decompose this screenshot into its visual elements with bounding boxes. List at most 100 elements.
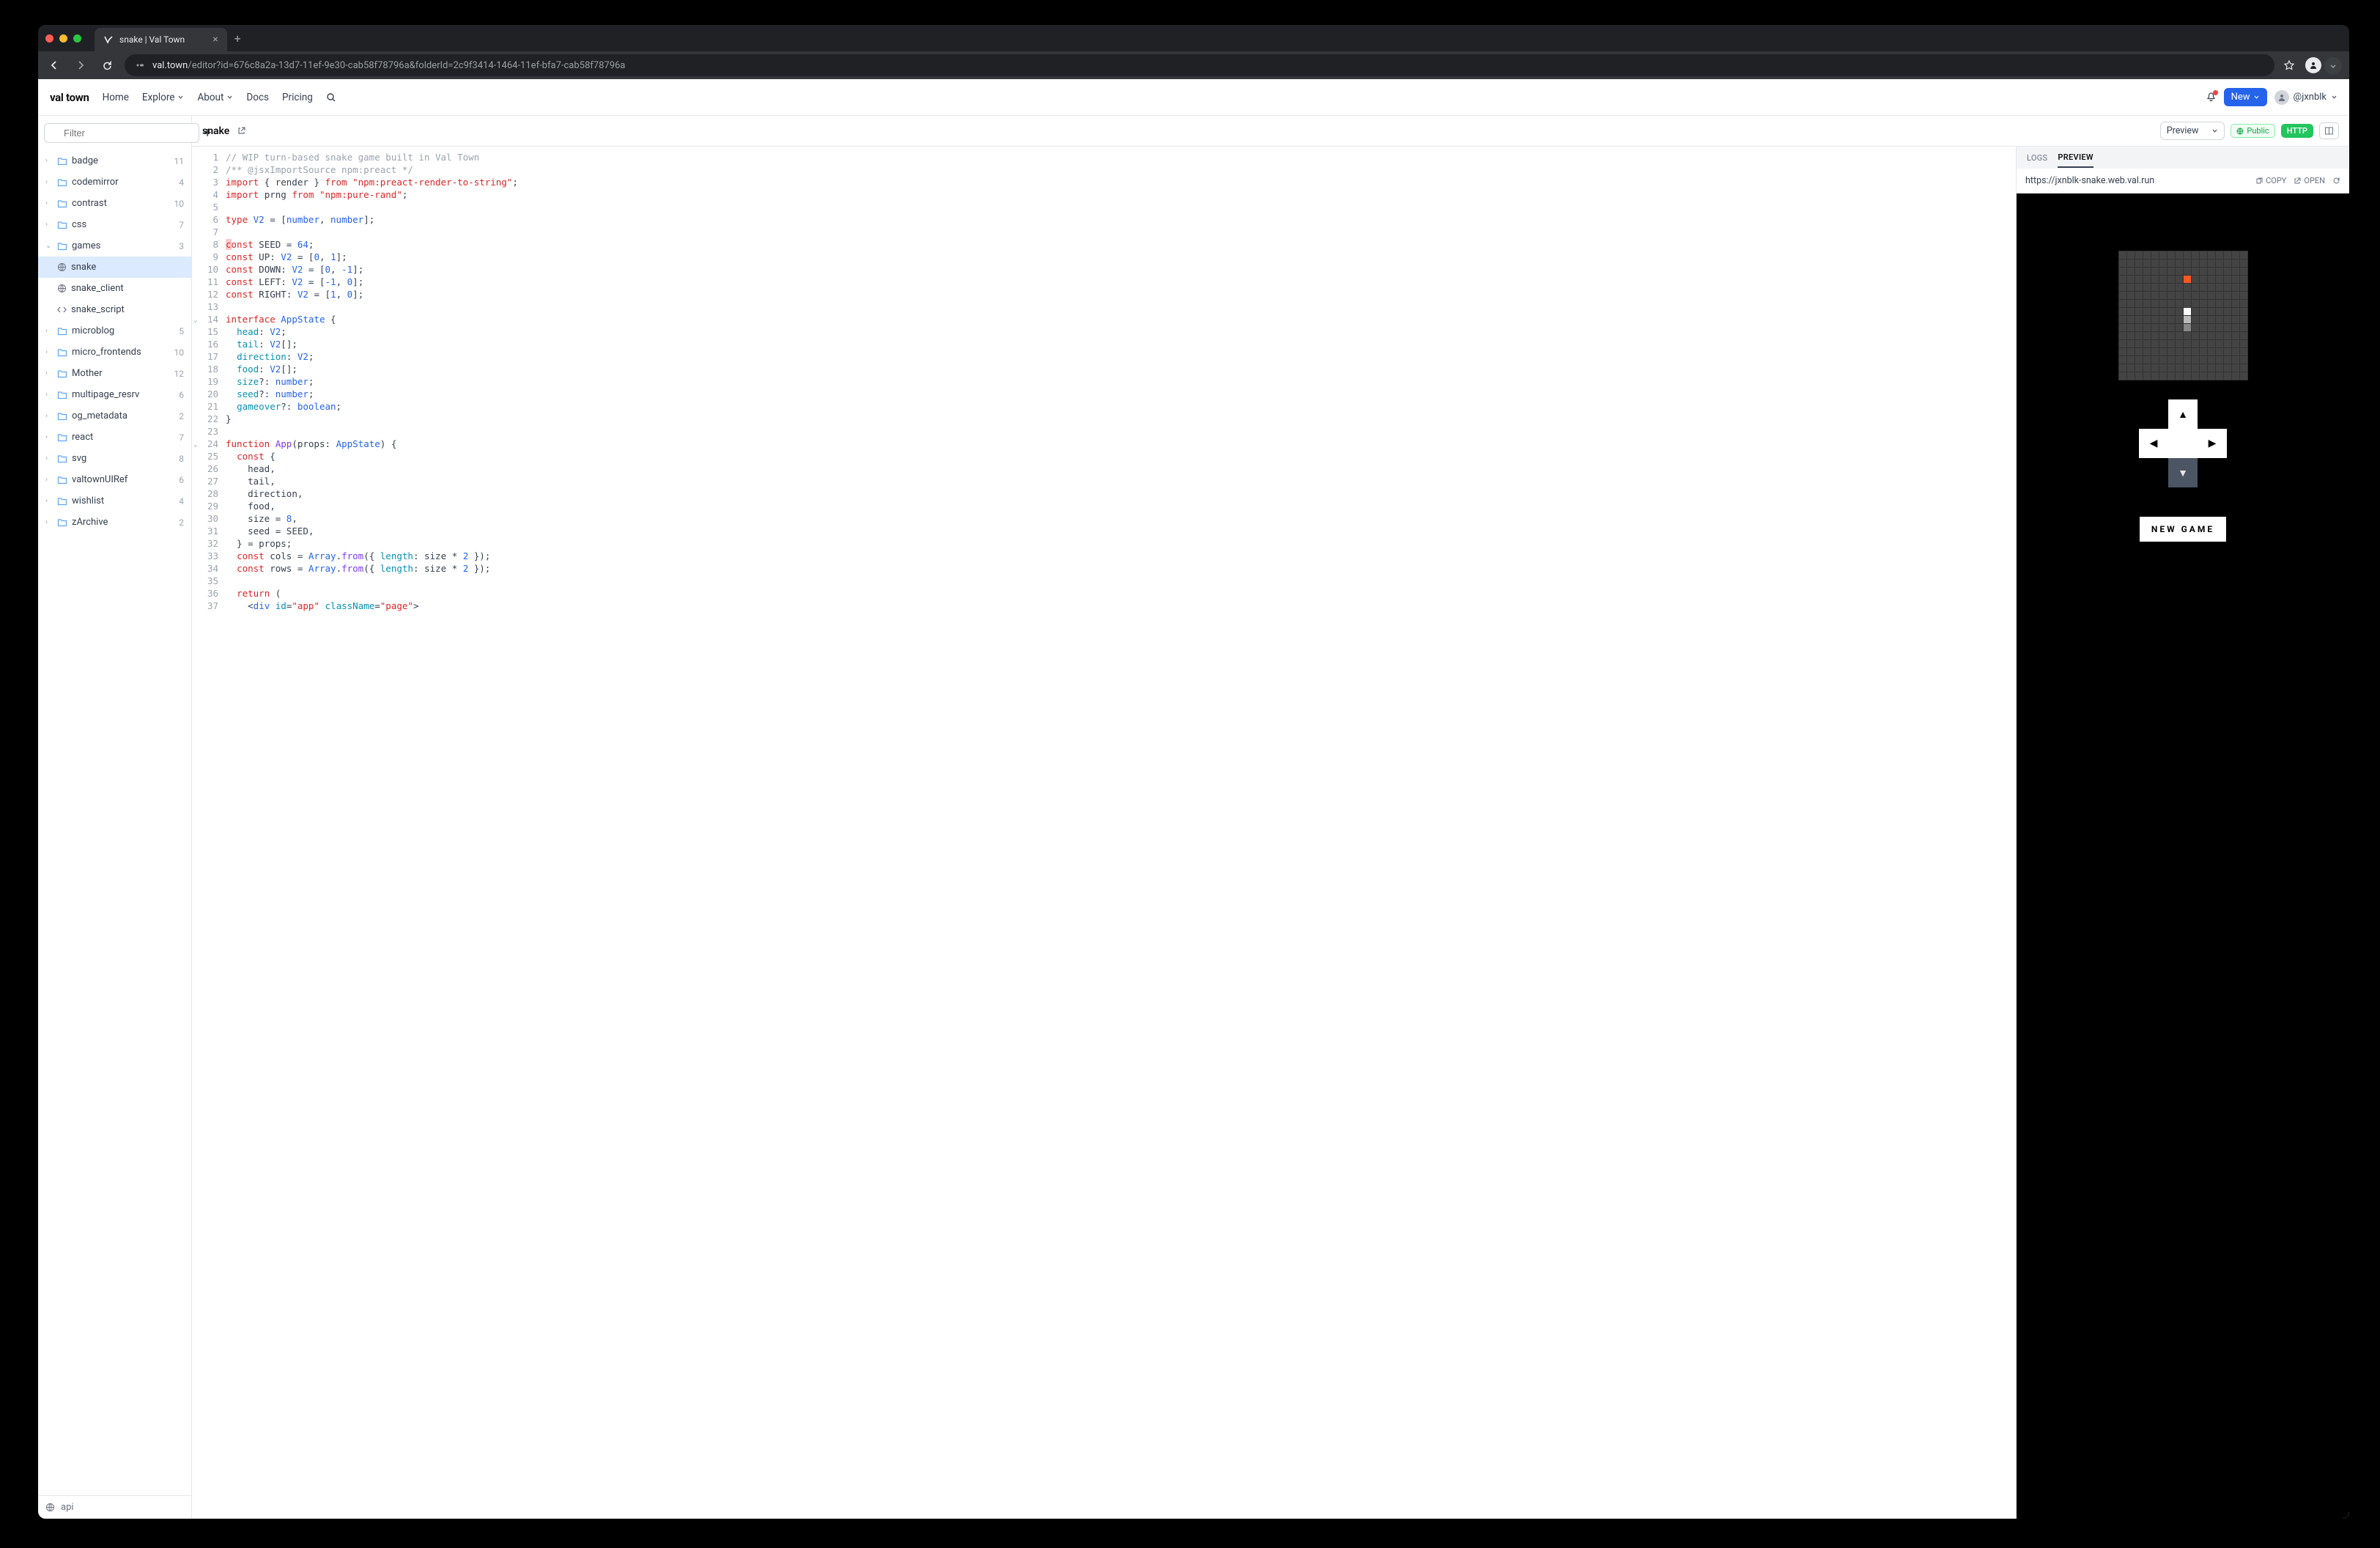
folder-css[interactable]: › css 7 (38, 214, 191, 235)
notification-dot-icon (2213, 90, 2218, 95)
file-label: snake (71, 262, 96, 273)
chevron-icon: › (45, 476, 53, 484)
folder-label: multipage_resrv (72, 389, 139, 400)
back-button[interactable] (45, 56, 63, 74)
dpad-left[interactable]: ◀ (2139, 429, 2168, 458)
url-bar[interactable]: val.town/editor?id=676c8a2a-13d7-11ef-9e… (125, 54, 2274, 76)
tab-logs[interactable]: LOGS (2027, 149, 2047, 167)
close-window-button[interactable] (45, 34, 53, 43)
nav-pricing[interactable]: Pricing (282, 92, 313, 103)
folder-count: 4 (179, 496, 184, 506)
valtown-favicon-icon (103, 34, 114, 45)
folder-label: css (72, 219, 86, 230)
user-menu[interactable]: @jxnblk (2274, 90, 2338, 105)
dpad-down[interactable]: ▼ (2168, 458, 2198, 487)
profile-avatar-icon[interactable] (2305, 57, 2321, 73)
folder-valtownUIRef[interactable]: ›valtownUIRef6 (38, 469, 191, 490)
folder-microblog[interactable]: ›microblog5 (38, 320, 191, 342)
folder-label: games (72, 240, 100, 251)
folder-icon (57, 475, 67, 485)
folder-label: og_metadata (72, 410, 128, 421)
refresh-preview-button[interactable] (2332, 177, 2340, 185)
globe-icon (57, 284, 67, 293)
site-info-icon[interactable] (135, 60, 145, 70)
external-link-icon[interactable] (237, 126, 246, 136)
folder-contrast[interactable]: ›contrast10 (38, 193, 191, 214)
reload-button[interactable] (98, 56, 116, 74)
tab-preview[interactable]: PREVIEW (2058, 148, 2093, 168)
nav-home[interactable]: Home (103, 92, 129, 103)
copy-url-button[interactable]: COPY (2255, 176, 2286, 185)
file-label: snake_client (71, 283, 124, 294)
nav-explore[interactable]: Explore (142, 92, 185, 103)
folder-label: contrast (72, 198, 107, 209)
layout-toggle-button[interactable] (2319, 122, 2339, 139)
folder-svg[interactable]: ›svg8 (38, 448, 191, 469)
notifications-icon[interactable] (2206, 92, 2217, 103)
nav-docs[interactable]: Docs (246, 92, 269, 103)
new-tab-button[interactable]: + (234, 32, 241, 45)
folder-wishlist[interactable]: ›wishlist4 (38, 490, 191, 512)
folder-multipage_resrv[interactable]: ›multipage_resrv6 (38, 384, 191, 405)
chevron-icon: ⌄ (45, 242, 53, 250)
http-badge[interactable]: HTTP (2281, 124, 2313, 138)
folder-react[interactable]: ›react7 (38, 427, 191, 448)
file-snake[interactable]: snake (38, 257, 191, 278)
file-snake_client[interactable]: snake_client (38, 278, 191, 299)
code-editor[interactable]: 1234567891011121314⌄15161718192021222324… (192, 147, 2016, 1519)
folder-count: 7 (179, 220, 184, 230)
folder-Mother[interactable]: › Mother 12 (38, 363, 191, 384)
folder-og_metadata[interactable]: › og_metadata 2 (38, 405, 191, 427)
folder-icon (57, 517, 67, 528)
browser-tab[interactable]: snake | Val Town × (95, 28, 227, 51)
preview-mode-select[interactable]: Preview (2160, 122, 2225, 140)
file-snake_script[interactable]: snake_script (38, 299, 191, 320)
game-grid (2118, 251, 2248, 380)
nav-about[interactable]: About (197, 92, 233, 103)
dpad-up[interactable]: ▲ (2168, 399, 2198, 429)
file-header: snake Preview Public HTTP (192, 116, 2349, 147)
logo[interactable]: val town (50, 91, 89, 104)
folder-zArchive[interactable]: ›zArchive2 (38, 512, 191, 533)
folder-micro_frontends[interactable]: ›micro_frontends10 (38, 342, 191, 363)
folder-icon (57, 199, 67, 209)
chevron-icon: › (45, 391, 53, 399)
chevron-icon: › (45, 199, 53, 207)
folder-label: badge (72, 155, 98, 166)
folder-badge[interactable]: ›badge11 (38, 150, 191, 172)
chevron-icon: › (45, 412, 53, 420)
header-search-icon[interactable] (326, 92, 336, 103)
folder-icon (57, 177, 67, 188)
globe-icon (2236, 128, 2244, 135)
folder-count: 5 (179, 326, 184, 336)
chevron-icon: › (45, 221, 53, 229)
window-expand-button[interactable] (2324, 57, 2342, 75)
minimize-window-button[interactable] (59, 34, 67, 43)
chevron-icon: › (45, 327, 53, 335)
close-tab-button[interactable]: × (212, 34, 218, 45)
dpad-right[interactable]: ▶ (2198, 429, 2227, 458)
filter-input[interactable] (44, 123, 199, 143)
folder-count: 2 (179, 517, 184, 528)
new-button[interactable]: New (2224, 88, 2267, 106)
maximize-window-button[interactable] (73, 34, 81, 43)
folder-count: 12 (174, 369, 185, 379)
bookmark-star-icon[interactable] (2283, 59, 2295, 71)
folder-icon (57, 411, 67, 421)
folder-count: 3 (179, 241, 184, 251)
chevron-icon: › (45, 369, 53, 377)
folder-games[interactable]: ⌄ games 3 (38, 235, 191, 257)
file-title: snake (202, 125, 229, 137)
public-badge[interactable]: Public (2231, 124, 2274, 138)
folder-icon (57, 347, 67, 358)
folder-label: micro_frontends (72, 347, 141, 358)
sidebar-bottom-api[interactable]: api (38, 1495, 191, 1519)
forward-button[interactable] (72, 56, 89, 74)
folder-label: valtownUIRef (72, 474, 128, 485)
folder-codemirror[interactable]: ›codemirror4 (38, 172, 191, 193)
open-url-button[interactable]: OPEN (2294, 176, 2325, 185)
folder-label: Mother (72, 368, 102, 379)
preview-url[interactable]: https://jxnblk-snake.web.val.run (2025, 175, 2248, 186)
new-game-button[interactable]: NEW GAME (2140, 517, 2226, 542)
folder-count: 2 (179, 411, 184, 421)
